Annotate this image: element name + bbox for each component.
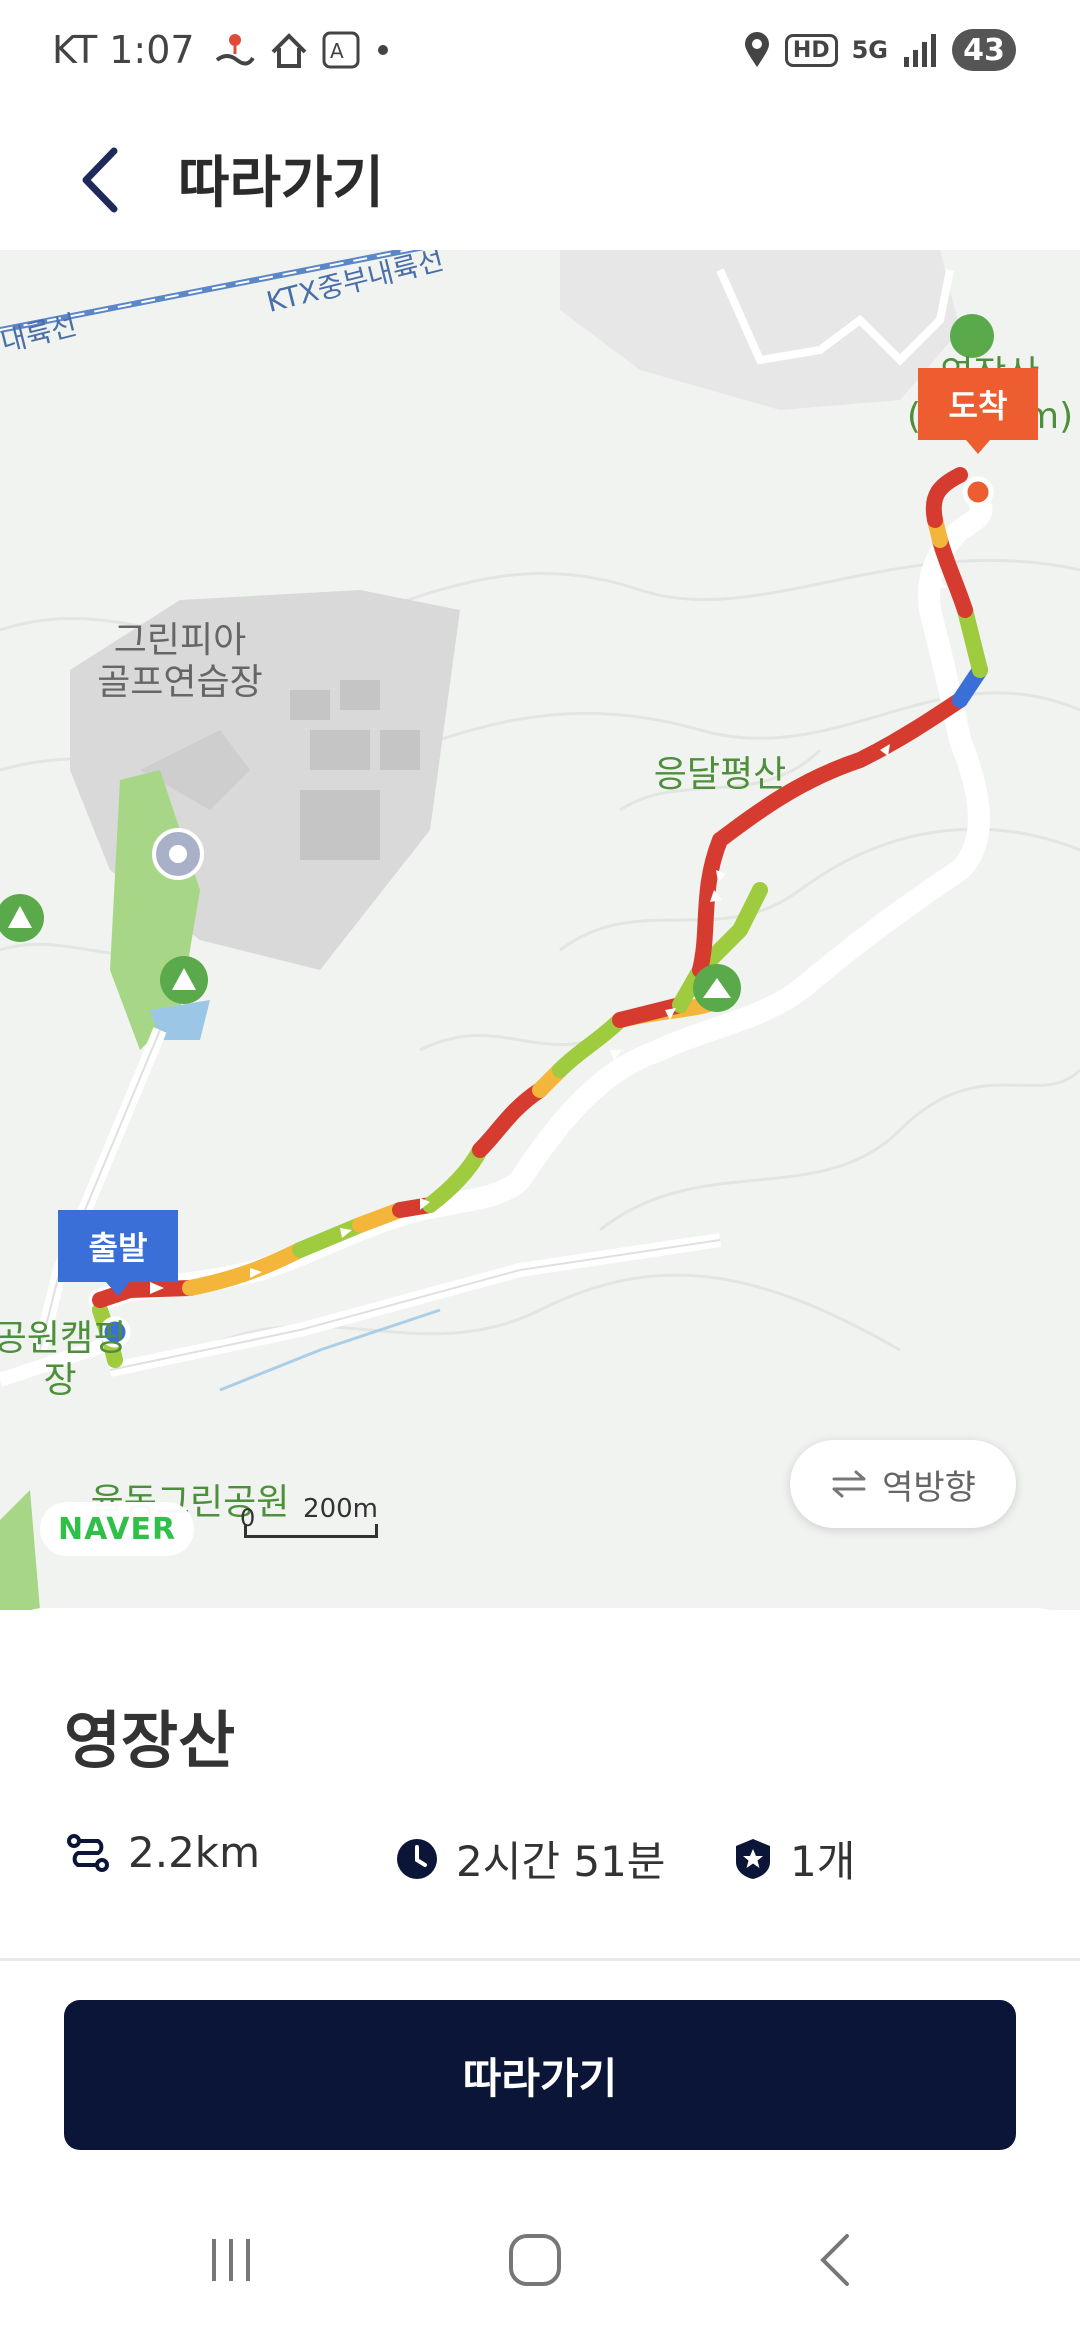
badge-stat: 1개 (734, 1828, 855, 1889)
end-pin[interactable]: 도착 (918, 368, 1038, 440)
hd-icon: HD (784, 33, 838, 67)
poi-golf-label[interactable]: 그린피아 골프연습장 (70, 620, 290, 704)
status-bar: KT 1:07 A HD 5G 43 (0, 0, 1080, 100)
carrier-time: KT 1:07 (52, 28, 195, 72)
duration-stat: 2시간 51분 (396, 1828, 665, 1889)
map-scale: 0 200m (240, 1494, 378, 1546)
home-icon (271, 33, 307, 68)
duration-value: 2시간 51분 (456, 1837, 666, 1886)
follow-button[interactable]: 따라가기 (64, 2000, 1016, 2150)
course-name: 영장산 (64, 1704, 236, 1777)
reverse-direction-button[interactable]: 역방향 (790, 1440, 1016, 1528)
distance-stat: 2.2km (66, 1828, 260, 1877)
signal-icon (904, 34, 936, 67)
status-right: HD 5G 43 (743, 26, 1016, 74)
recent-apps-icon (212, 2239, 250, 2281)
star-badge-icon (736, 1838, 770, 1879)
naver-logo: NAVER (40, 1502, 195, 1556)
poi-mountain-label[interactable]: 응달평산 (630, 754, 810, 796)
chevron-left-icon (82, 147, 118, 213)
badge-count-value: 1개 (790, 1837, 856, 1886)
end-pin-tail (966, 440, 990, 454)
route-icon (67, 1833, 109, 1872)
reverse-button-label: 역방향 (882, 1467, 976, 1508)
divider (0, 1958, 1080, 1961)
start-pin[interactable]: 출발 (58, 1210, 178, 1282)
swap-arrows-icon (832, 1470, 866, 1498)
back-nav-button[interactable] (790, 2220, 880, 2300)
network-icon: 5G (851, 36, 888, 64)
course-info-sheet: 영장산 2.2km 2시간 51분 1개 (0, 1608, 1080, 1958)
map-base (0, 250, 1080, 1610)
poi-camp-label[interactable]: 공원캠핑장 (0, 1318, 140, 1402)
battery-indicator: 43 (952, 29, 1016, 71)
start-pin-tail (106, 1282, 130, 1296)
recent-apps-button[interactable] (186, 2220, 276, 2300)
distance-value: 2.2km (128, 1828, 261, 1877)
back-button[interactable] (60, 140, 140, 220)
notification-icons: A (213, 30, 393, 70)
back-nav-icon (820, 2234, 849, 2286)
system-nav-bar (0, 2180, 1080, 2340)
svg-text:A: A (330, 39, 344, 63)
scale-label: 200m (303, 1494, 378, 1524)
page-title: 따라가기 (178, 151, 385, 216)
map-view[interactable]: KTX중부내륙선 내륙선 영장산 (414.1m) 그린피아 골프연습장 응달평… (0, 250, 1080, 1610)
hiking-icon (215, 34, 255, 66)
home-circle-icon (509, 2234, 561, 2286)
scale-bar (244, 1524, 378, 1538)
app-header: 따라가기 (0, 100, 1080, 250)
status-left: KT 1:07 A (52, 24, 393, 76)
location-icon (744, 32, 769, 67)
clock-icon (397, 1838, 437, 1879)
dot-icon (377, 45, 388, 55)
translate-icon: A (322, 31, 360, 69)
home-button[interactable] (490, 2220, 580, 2300)
